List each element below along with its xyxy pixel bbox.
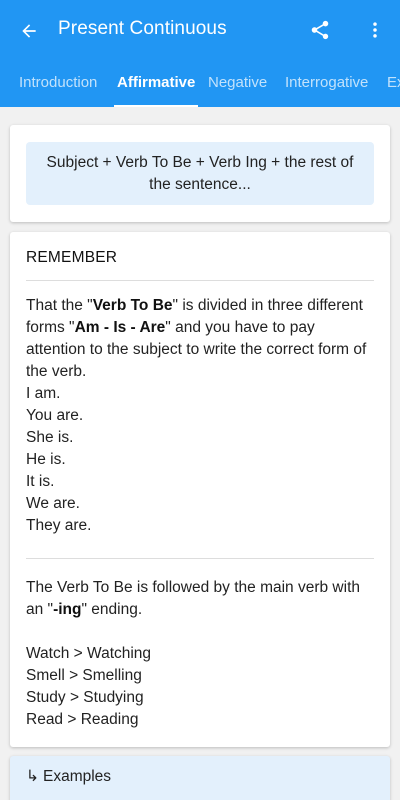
tab-affirmative[interactable]: Affirmative [113,60,199,107]
example-line: Watch > Watching [26,645,152,662]
examples-link[interactable]: ↳ Examples [26,767,111,786]
examples-card[interactable]: ↳ Examples [10,756,390,800]
intro-bold-1: Verb To Be [92,297,173,314]
remember-intro: That the "Verb To Be" is divided in thre… [26,295,376,537]
more-options-button[interactable] [362,16,388,44]
tab-negative[interactable]: Negative [208,60,267,107]
subdirectory-arrow-icon: ↳ [26,768,39,785]
intro-text-1: That the " [26,297,93,314]
ing-bold: -ing [53,601,82,618]
form-line: He is. [26,451,66,468]
divider [26,280,374,281]
form-line: We are. [26,495,80,512]
intro-bold-2: Am - Is - Are [74,319,166,336]
form-line: It is. [26,473,55,490]
back-button[interactable] [14,16,44,46]
ing-explanation: The Verb To Be is followed by the main v… [26,577,376,731]
back-arrow-icon [22,24,36,38]
share-icon [311,20,329,40]
tab-introduction[interactable]: Introduction [19,60,97,107]
examples-label: Examples [43,767,112,785]
formula-text: Subject + Verb To Be + Verb Ing + the re… [46,153,354,193]
form-line: You are. [26,407,84,424]
example-line: Study > Studying [26,689,144,706]
more-vert-icon [373,22,377,38]
ing-text-2: " ending. [81,601,143,618]
page-title: Present Continuous [58,18,227,39]
remember-title: REMEMBER [26,249,118,266]
toolbar: Present Continuous [0,0,400,60]
divider [26,558,374,559]
example-line: Smell > Smelling [26,667,142,684]
remember-card: REMEMBER That the "Verb To Be" is divide… [10,232,390,747]
formula-box: Subject + Verb To Be + Verb Ing + the re… [26,142,374,205]
form-line: She is. [26,429,74,446]
form-line: They are. [26,517,92,534]
tab-examples-partial[interactable]: Ex [387,60,400,107]
app-bar: Present Continuous Introduction Affirmat… [0,0,400,107]
tab-interrogative[interactable]: Interrogative [285,60,368,107]
form-line: I am. [26,385,61,402]
share-button[interactable] [306,16,334,44]
content-area: Subject + Verb To Be + Verb Ing + the re… [0,107,400,800]
formula-card: Subject + Verb To Be + Verb Ing + the re… [10,125,390,222]
example-line: Read > Reading [26,711,139,728]
